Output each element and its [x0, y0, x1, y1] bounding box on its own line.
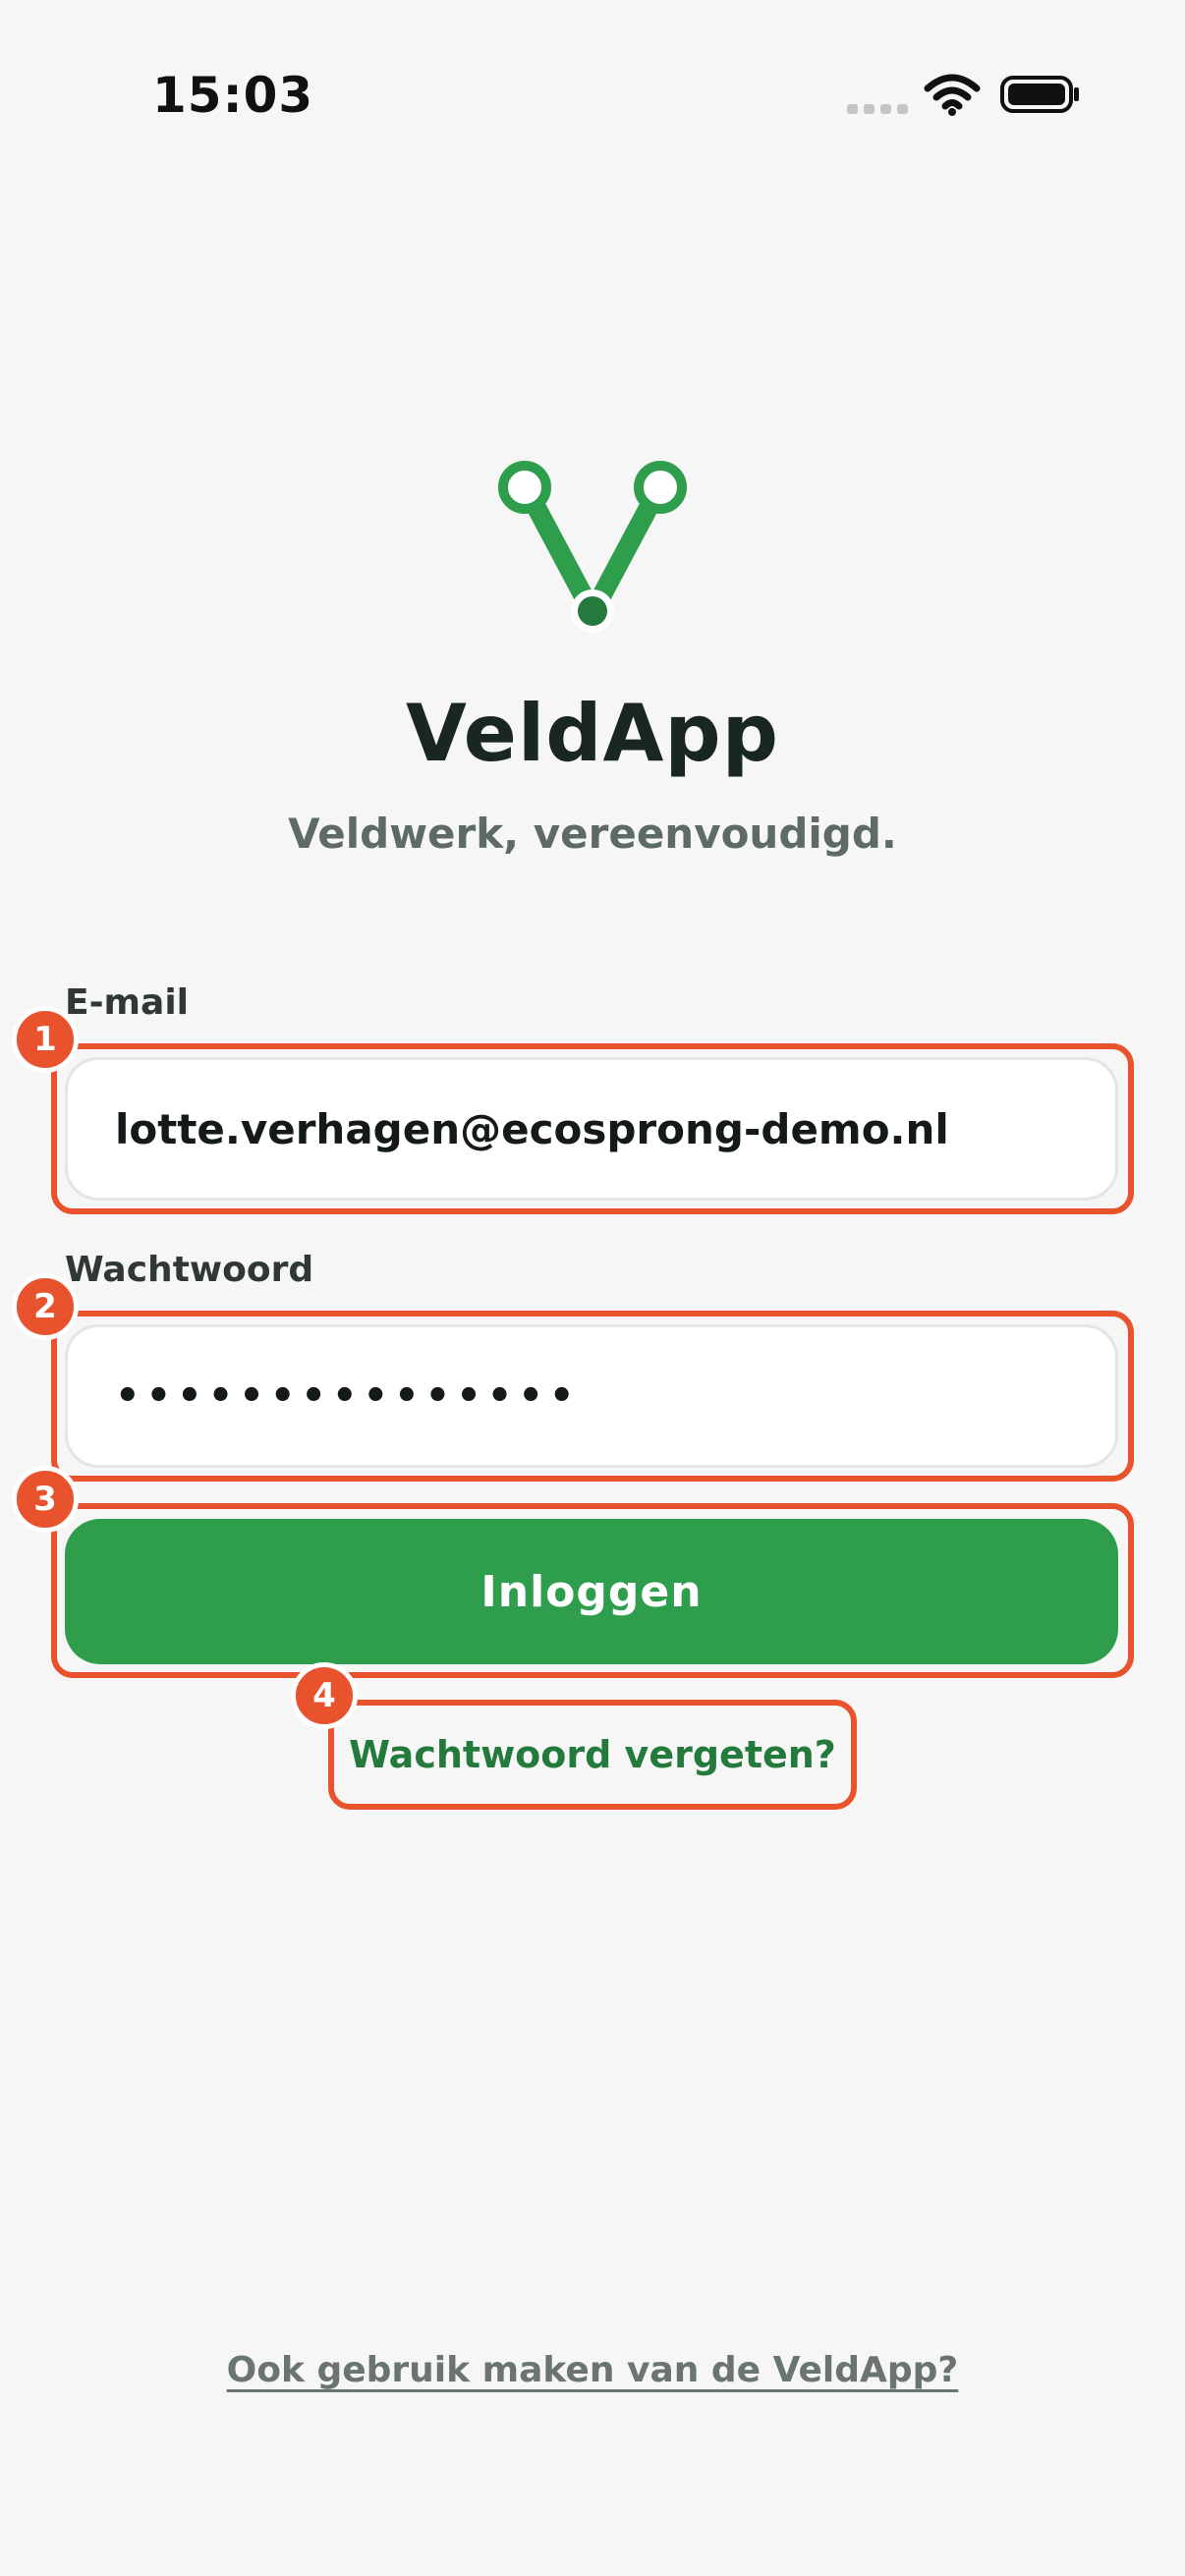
status-bar: 15:03	[0, 0, 1185, 196]
password-label: Wachtwoord	[65, 1250, 314, 1290]
annotation-badge-4: 4	[291, 1662, 358, 1729]
annotation-box-login	[51, 1503, 1134, 1678]
app-tagline: Veldwerk, vereenvoudigd.	[288, 810, 897, 858]
wifi-icon	[924, 74, 981, 116]
veldapp-logo-icon	[498, 461, 687, 633]
annotation-box-password	[51, 1311, 1134, 1482]
annotation-box-email	[51, 1043, 1134, 1214]
annotation-badge-2: 2	[12, 1273, 79, 1340]
email-label: E-mail	[65, 982, 190, 1023]
annotation-badge-1: 1	[12, 1006, 79, 1073]
status-time: 15:03	[152, 67, 314, 124]
app-title: VeldApp	[406, 688, 779, 779]
cellular-signal-icon	[847, 104, 908, 114]
annotation-box-forgot	[328, 1700, 857, 1810]
battery-icon	[1000, 76, 1079, 113]
annotation-badge-3: 3	[12, 1466, 79, 1533]
signup-link[interactable]: Ook gebruik maken van de VeldApp?	[0, 2350, 1185, 2390]
